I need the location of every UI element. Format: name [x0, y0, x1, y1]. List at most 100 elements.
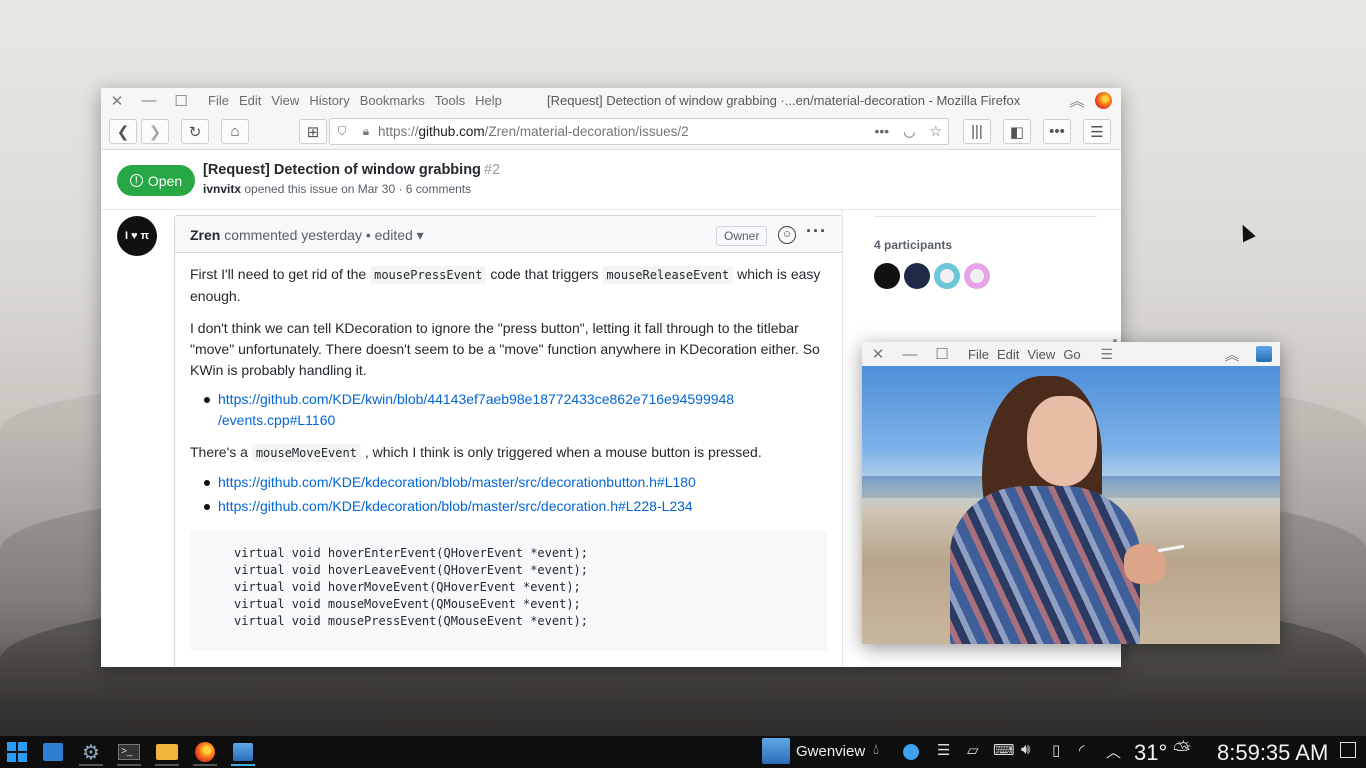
link-kwin-events[interactable]: https://github.com/KDE/kwin/blob/44143ef…	[204, 389, 827, 431]
avatar[interactable]: I ♥ π	[117, 216, 157, 256]
sidebar-toggle-icon[interactable]: ◧	[1003, 119, 1031, 144]
clock[interactable]: 8:59:35 AM	[1217, 740, 1328, 766]
link-list: https://github.com/KDE/kwin/blob/44143ef…	[190, 389, 827, 431]
navigation-toolbar: ❮ ❯ ↻ ⌂ ⊞ ⛉ 🔒︎ https://github.com/Zren/m…	[101, 113, 1121, 150]
settings-icon[interactable]: ⚙	[76, 739, 106, 766]
tray-expand-icon[interactable]: ︿	[1106, 741, 1121, 762]
notes-icon[interactable]: ☰	[937, 741, 950, 759]
task-label: Gwenview	[796, 742, 866, 760]
maximize-icon[interactable]: ☐	[926, 342, 958, 367]
menu-view[interactable]: View	[1023, 347, 1059, 362]
weather-temperature[interactable]: 31°	[1134, 740, 1167, 766]
terminal-icon[interactable]: >_	[114, 739, 144, 766]
back-icon[interactable]: ❮	[109, 119, 137, 144]
store-icon[interactable]	[38, 739, 68, 765]
new-tab-icon[interactable]: ⊞	[299, 119, 327, 144]
gwenview-icon[interactable]	[228, 739, 258, 766]
hamburger-menu-icon[interactable]: ☰	[1091, 342, 1123, 367]
show-desktop-icon[interactable]	[1340, 742, 1356, 758]
code-block: virtual void hoverEnterEvent(QHoverEvent…	[190, 531, 827, 651]
shade-icon[interactable]: ︽	[1216, 342, 1248, 367]
task-gwenview[interactable]: Gwenview	[762, 738, 865, 764]
volume-icon[interactable]: 🔊︎	[1021, 741, 1030, 758]
minimize-icon[interactable]: —	[894, 342, 926, 367]
phone-icon[interactable]: ▯	[1052, 741, 1060, 759]
drop-icon[interactable]: 💧︎	[873, 741, 879, 758]
status-circle-icon[interactable]	[903, 744, 919, 760]
menu-edit[interactable]: Edit	[993, 347, 1023, 362]
menu-help[interactable]: Help	[470, 93, 507, 108]
participant-avatar[interactable]	[934, 263, 960, 289]
keyboard-icon[interactable]: ⌨	[993, 741, 1015, 759]
page-actions-icon[interactable]: •••	[875, 123, 890, 140]
bookmark-star-icon[interactable]: ☆	[929, 123, 942, 140]
firefox-icon[interactable]	[190, 739, 220, 766]
gwenview-titlebar: ✕ — ☐ File Edit View Go ☰ ︽	[862, 342, 1280, 366]
network-icon[interactable]: ◜	[1079, 741, 1085, 759]
menu-tools[interactable]: Tools	[430, 93, 470, 108]
participant-avatar[interactable]	[904, 263, 930, 289]
tracking-shield-icon[interactable]: ⛉	[330, 124, 354, 139]
status-badge: ! Open	[117, 165, 195, 196]
url-bar[interactable]: ⛉ 🔒︎ https://github.com/Zren/material-de…	[329, 118, 949, 145]
participant-avatar[interactable]	[874, 263, 900, 289]
photo-face	[1027, 396, 1097, 486]
menu-edit[interactable]: Edit	[234, 93, 266, 108]
menu-file[interactable]: File	[964, 347, 993, 362]
issue-meta: ivnvitx opened this issue on Mar 30 · 6 …	[203, 182, 471, 196]
comment-author-link[interactable]: Zren	[190, 227, 220, 243]
menu-view[interactable]: View	[266, 93, 304, 108]
close-icon[interactable]: ✕	[101, 88, 133, 113]
issue-header: ! Open [Request] Detection of window gra…	[101, 151, 1121, 210]
menu-file[interactable]: File	[203, 93, 234, 108]
comment-action[interactable]: commented yesterday • edited ▾	[220, 227, 424, 243]
text: code that triggers	[486, 266, 603, 282]
link-decoration[interactable]: https://github.com/KDE/kdecoration/blob/…	[204, 496, 827, 517]
issue-title-text: [Request] Detection of window grabbing	[203, 162, 481, 178]
add-reaction-icon[interactable]: ☺	[778, 226, 796, 244]
menu-history[interactable]: History	[304, 93, 354, 108]
issue-author-link[interactable]: ivnvitx	[203, 182, 241, 196]
firefox-titlebar: ✕ — ☐ File Edit View History Bookmarks T…	[101, 88, 1121, 113]
url-host: github.com	[418, 124, 485, 139]
photo-viewer-image[interactable]	[862, 366, 1280, 644]
inline-code: mouseMoveEvent	[251, 444, 361, 462]
paragraph: There's a mouseMoveEvent , which I think…	[190, 442, 827, 464]
status-label: Open	[147, 172, 183, 189]
link-decorationbutton[interactable]: https://github.com/KDE/kdecoration/blob/…	[204, 472, 827, 493]
file-manager-icon[interactable]	[152, 739, 182, 766]
link-list: https://github.com/KDE/kdecoration/blob/…	[190, 472, 827, 517]
reload-icon[interactable]: ↻	[181, 119, 209, 144]
shade-icon[interactable]: ︽	[1061, 88, 1093, 113]
issue-number: #2	[483, 162, 501, 178]
minimize-icon[interactable]: —	[133, 88, 165, 113]
pocket-icon[interactable]: ◡	[903, 123, 915, 140]
issue-title: [Request] Detection of window grabbing #2	[203, 162, 500, 178]
link-text[interactable]: /events.cpp#L1160	[218, 412, 335, 428]
sticky-note-icon[interactable]: ▱	[967, 741, 979, 759]
mouse-cursor-icon	[1236, 221, 1256, 243]
firefox-menubar: File Edit View History Bookmarks Tools H…	[203, 93, 507, 108]
close-icon[interactable]: ✕	[862, 342, 894, 367]
start-menu-icon[interactable]	[2, 739, 32, 765]
issue-open-icon: !	[129, 174, 143, 187]
participant-avatar[interactable]	[964, 263, 990, 289]
text: There's a	[190, 444, 252, 460]
owner-badge: Owner	[716, 226, 768, 246]
forward-icon[interactable]: ❯	[141, 119, 169, 144]
link-text[interactable]: https://github.com/KDE/kwin/blob/44143ef…	[218, 391, 734, 407]
url-prefix: https://	[378, 124, 419, 139]
hamburger-menu-icon[interactable]: ☰	[1083, 119, 1111, 144]
menu-bookmarks[interactable]: Bookmarks	[355, 93, 430, 108]
photo-scarf	[950, 486, 1140, 644]
maximize-icon[interactable]: ☐	[165, 88, 197, 113]
overflow-icon[interactable]: •••	[1043, 119, 1071, 144]
lock-icon[interactable]: 🔒︎	[354, 124, 378, 139]
window-title: [Request] Detection of window grabbing ·…	[547, 93, 1021, 108]
weather-icon[interactable]: ⛅︎	[1173, 737, 1191, 763]
menu-go[interactable]: Go	[1059, 347, 1084, 362]
library-icon[interactable]: |||	[963, 119, 991, 144]
firefox-logo-icon	[1095, 92, 1112, 109]
comment-options-icon[interactable]: ···	[806, 221, 827, 242]
home-icon[interactable]: ⌂	[221, 119, 249, 144]
